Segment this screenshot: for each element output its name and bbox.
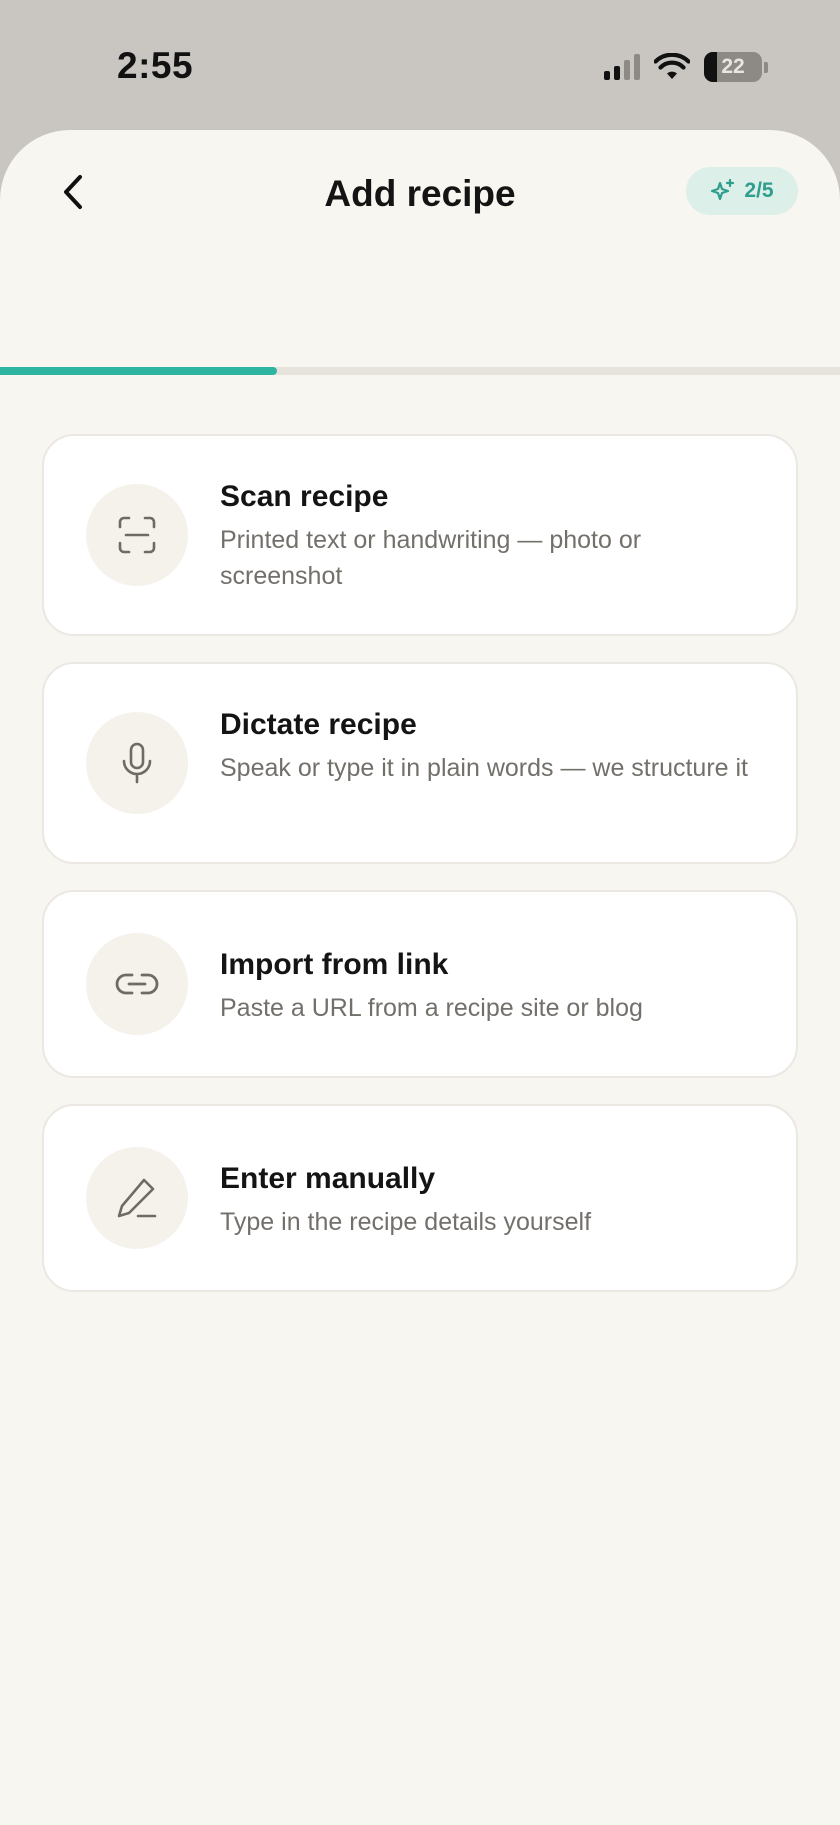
option-title: Dictate recipe: [220, 708, 417, 741]
status-icons: 22: [604, 50, 768, 84]
step-badge: 2/5: [686, 167, 798, 215]
option-description: Type in the recipe details yourself: [220, 1208, 592, 1236]
pencil-icon: [117, 1178, 157, 1218]
microphone-icon: [122, 742, 152, 784]
dictate-recipe-option[interactable]: Dictate recipe Speak or type it in plain…: [42, 662, 798, 864]
enter-manually-option[interactable]: Enter manually Type in the recipe detail…: [42, 1104, 798, 1292]
option-title: Import from link: [220, 948, 449, 981]
wifi-icon: [654, 53, 690, 81]
battery-percent: 22: [721, 55, 745, 78]
status-bar: 2:55 22: [0, 0, 840, 130]
battery-cap: [764, 61, 768, 73]
import-from-link-option[interactable]: Import from link Paste a URL from a reci…: [42, 890, 798, 1078]
option-description: Speak or type it in plain words — we str…: [220, 754, 749, 782]
pencil-icon-wrap: [86, 1147, 188, 1249]
scan-recipe-option[interactable]: Scan recipe Printed text or handwriting …: [42, 434, 798, 636]
status-time: 2:55: [117, 45, 194, 86]
battery-icon: 22: [704, 52, 762, 82]
scan-icon: [118, 516, 156, 554]
option-title: Enter manually: [220, 1162, 436, 1195]
option-description: Paste a URL from a recipe site or blog: [220, 994, 643, 1022]
scan-icon-wrap: [86, 484, 188, 586]
link-icon: [115, 973, 159, 995]
microphone-icon-wrap: [86, 712, 188, 814]
step-indicator: 2/5: [744, 179, 774, 202]
link-icon-wrap: [86, 933, 188, 1035]
sparkles-icon: [711, 178, 735, 201]
progress-bar: [0, 367, 840, 375]
header: Add recipe 2/5: [0, 145, 840, 255]
cellular-signal-icon: [604, 54, 640, 80]
option-description: Printed text or handwriting — photo or s…: [220, 526, 642, 590]
add-recipe-options: Scan recipe Printed text or handwriting …: [42, 434, 798, 1318]
option-title: Scan recipe: [220, 480, 389, 513]
progress-fill: [0, 367, 278, 375]
